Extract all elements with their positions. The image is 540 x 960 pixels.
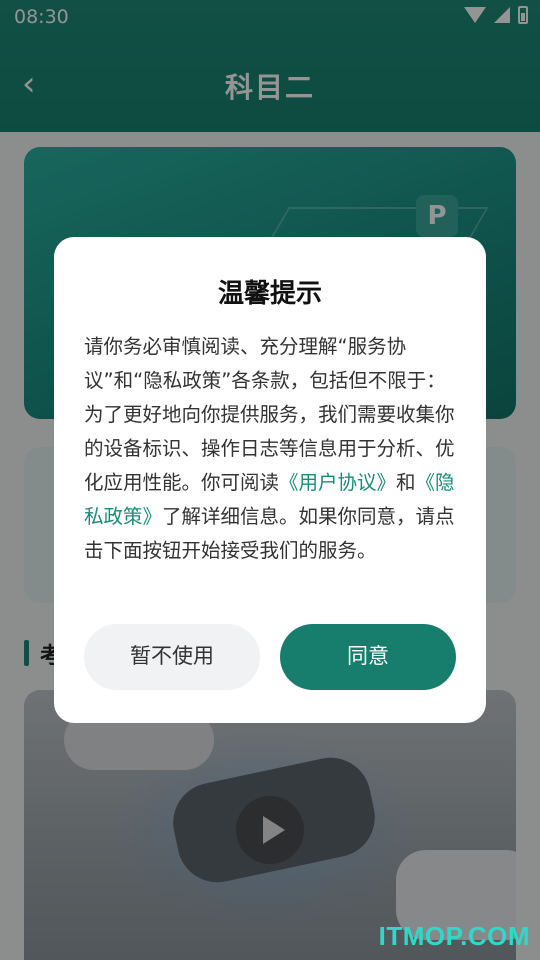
- agree-button[interactable]: 同意: [280, 624, 456, 690]
- dialog-body-and: 和: [396, 471, 416, 494]
- user-agreement-link[interactable]: 《用户协议》: [279, 471, 396, 494]
- privacy-dialog: 温馨提示 请你务必审慎阅读、充分理解“服务协议”和“隐私政策”各条款，包括但不限…: [54, 237, 486, 723]
- dialog-body: 请你务必审慎阅读、充分理解“服务协议”和“隐私政策”各条款，包括但不限于：为了更…: [84, 330, 464, 568]
- dialog-title: 温馨提示: [217, 279, 322, 309]
- watermark: ITMOP.COM: [378, 921, 530, 951]
- decline-button[interactable]: 暂不使用: [84, 624, 260, 690]
